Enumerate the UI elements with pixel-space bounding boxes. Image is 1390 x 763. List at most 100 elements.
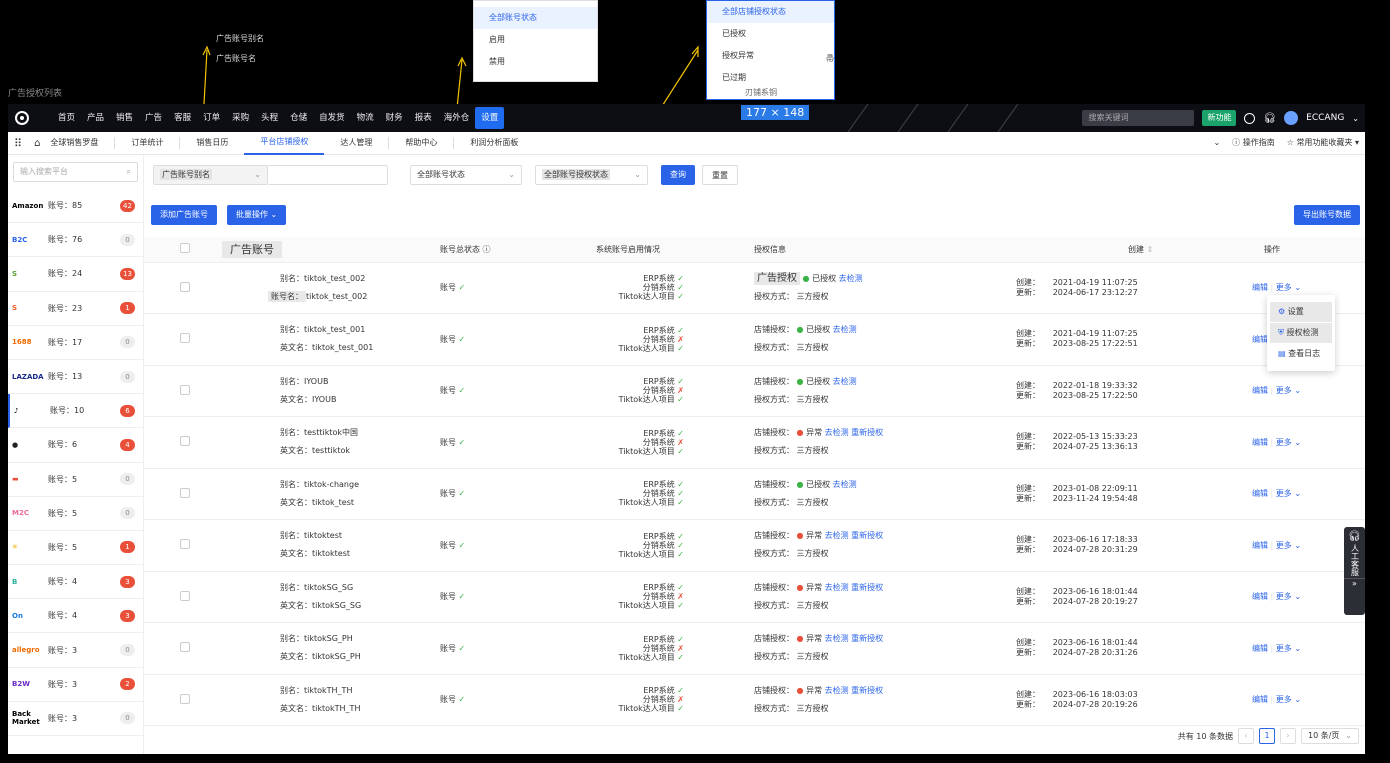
more-button[interactable]: 更多 ⌄ [1276, 592, 1301, 601]
reset-button[interactable]: 重置 [702, 165, 738, 185]
ad-alias-input[interactable] [268, 165, 388, 185]
more-menu-auth-check[interactable]: ⛨ 授权检测 [1270, 323, 1332, 343]
nav-overseas[interactable]: 海外仓 [438, 104, 476, 132]
grid-icon[interactable]: ⠿ [8, 137, 28, 150]
more-button[interactable]: 更多 ⌄ [1276, 489, 1301, 498]
headset-icon[interactable]: 🎧︎ [1263, 113, 1276, 124]
platform-item[interactable]: On 账号：4 3 [8, 599, 143, 634]
dropdown-option[interactable]: 已授权 [707, 23, 834, 45]
tab-order-stats[interactable]: 订单统计 [115, 132, 179, 154]
platform-item[interactable]: M2C 账号：5 0 [8, 497, 143, 531]
dropdown-option[interactable]: 全部店铺授权状态 [707, 1, 834, 23]
row-checkbox[interactable] [180, 281, 190, 292]
auth-link[interactable]: 去检测 [825, 428, 849, 437]
nav-reports[interactable]: 报表 [409, 104, 438, 132]
more-button[interactable]: 更多 ⌄ [1276, 695, 1301, 704]
row-checkbox[interactable] [180, 333, 190, 344]
query-button[interactable]: 查询 [661, 165, 695, 185]
row-checkbox[interactable] [180, 487, 190, 498]
nav-service[interactable]: 客服 [168, 104, 197, 132]
nav-firstleg[interactable]: 头程 [255, 104, 284, 132]
edit-button[interactable]: 编辑 [1252, 541, 1268, 550]
user-name[interactable]: ECCANG [1306, 113, 1344, 123]
logo-icon[interactable] [8, 104, 36, 132]
nav-sales[interactable]: 销售 [110, 104, 139, 132]
edit-button[interactable]: 编辑 [1252, 644, 1268, 653]
avatar[interactable] [1284, 111, 1299, 125]
edit-button[interactable]: 编辑 [1252, 335, 1268, 344]
auth-link[interactable]: 重新授权 [851, 583, 883, 592]
add-ad-account-button[interactable]: 添加广告账号 [151, 205, 217, 225]
next-page-button[interactable]: › [1280, 728, 1296, 744]
info-icon[interactable] [1244, 112, 1256, 124]
row-checkbox[interactable] [180, 642, 190, 653]
help-icon[interactable]: ⓘ [483, 245, 491, 254]
collapse-icon[interactable]: » [1344, 578, 1365, 588]
guide-link[interactable]: ⓘ 操作指南 [1232, 132, 1275, 154]
more-menu-logs[interactable]: ▤ 查看日志 [1270, 344, 1332, 364]
edit-button[interactable]: 编辑 [1252, 438, 1268, 447]
customer-service-float[interactable]: 🎧︎ 人工客服 » [1344, 527, 1365, 615]
page-size-select[interactable]: 10 条/页 ⌄ [1301, 728, 1359, 744]
ad-alias-select[interactable]: 广告账号别名 ⌄ [153, 165, 268, 185]
dropdown-option[interactable]: 全部账号状态 [474, 7, 597, 29]
col-created[interactable]: 创建 [1128, 245, 1144, 254]
platform-item[interactable]: LAZADA 账号：13 0 [8, 360, 143, 395]
platform-item[interactable]: B2C 账号：76 0 [8, 223, 143, 258]
nav-settings[interactable]: 设置 [475, 107, 505, 129]
more-button[interactable]: 更多 ⌄ [1276, 438, 1301, 447]
platform-item[interactable]: B2W 账号：3 2 [8, 668, 143, 702]
nav-product[interactable]: 产品 [81, 104, 110, 132]
tab-sales-compass[interactable]: 全球销售罗盘 [46, 132, 114, 154]
platform-item[interactable]: ♪ 账号：10 6 [8, 394, 143, 429]
nav-purchase[interactable]: 采购 [226, 104, 255, 132]
platform-item[interactable]: ▬ 账号：5 0 [8, 463, 143, 497]
tab-sales-calendar[interactable]: 销售日历 [180, 132, 244, 154]
export-button[interactable]: 导出账号数据 [1294, 205, 1360, 225]
auth-link[interactable]: 重新授权 [851, 428, 883, 437]
row-checkbox[interactable] [180, 436, 190, 447]
prev-page-button[interactable]: ‹ [1238, 728, 1254, 744]
auth-link[interactable]: 去检测 [825, 531, 849, 540]
auth-link[interactable]: 去检测 [833, 480, 857, 489]
new-feature-button[interactable]: 新功能 [1202, 110, 1237, 126]
select-all-checkbox[interactable] [180, 243, 190, 254]
edit-button[interactable]: 编辑 [1252, 283, 1268, 292]
nav-ads[interactable]: 广告 [139, 104, 168, 132]
nav-home[interactable]: 首页 [52, 104, 81, 132]
platform-item[interactable]: Amazon 账号：85 42 [8, 189, 143, 224]
tab-shop-auth[interactable]: 平台店铺授权 [244, 131, 325, 155]
tab-influencer[interactable]: 达人管理 [324, 132, 388, 154]
more-button[interactable]: 更多 ⌄ [1276, 386, 1301, 395]
sort-icon[interactable]: ⇕ [1147, 245, 1154, 254]
platform-item[interactable]: ✳ 账号：5 1 [8, 531, 143, 566]
platform-item[interactable]: ● 账号：6 4 [8, 428, 143, 463]
dropdown-option[interactable]: 授权异常 [707, 45, 834, 67]
account-status-select[interactable]: 全部账号状态 ⌄ [410, 165, 522, 185]
row-checkbox[interactable] [180, 539, 190, 550]
row-checkbox[interactable] [180, 693, 190, 704]
page-number[interactable]: 1 [1259, 728, 1275, 744]
auth-link[interactable]: 去检测 [839, 274, 863, 283]
platform-item[interactable]: Back Market 账号：3 0 [8, 702, 143, 736]
platform-item[interactable]: S 账号：24 13 [8, 257, 143, 292]
dropdown-option[interactable]: 禁用 [474, 51, 597, 73]
row-checkbox[interactable] [180, 590, 190, 601]
more-button[interactable]: 更多 ⌄ [1276, 283, 1301, 292]
nav-orders[interactable]: 订单 [197, 104, 226, 132]
auth-link[interactable]: 去检测 [833, 377, 857, 386]
auth-status-select[interactable]: 全部账号授权状态 ⌄ [535, 165, 648, 185]
home-icon[interactable]: ⌂ [28, 138, 46, 149]
row-checkbox[interactable] [180, 384, 190, 395]
auth-link[interactable]: 去检测 [833, 325, 857, 334]
auth-link[interactable]: 重新授权 [851, 686, 883, 695]
platform-search-input[interactable]: 输入搜索平台 ⌕ [13, 162, 138, 182]
auth-link[interactable]: 重新授权 [851, 531, 883, 540]
chevron-down-icon[interactable]: ⌄ [1213, 132, 1220, 154]
auth-link[interactable]: 去检测 [825, 583, 849, 592]
more-button[interactable]: 更多 ⌄ [1276, 541, 1301, 550]
nav-warehouse[interactable]: 仓储 [284, 104, 313, 132]
favorites-link[interactable]: ☆ 常用功能收藏夹 ▾ [1287, 132, 1359, 154]
edit-button[interactable]: 编辑 [1252, 489, 1268, 498]
dropdown-option[interactable]: 已过期 [707, 67, 834, 89]
